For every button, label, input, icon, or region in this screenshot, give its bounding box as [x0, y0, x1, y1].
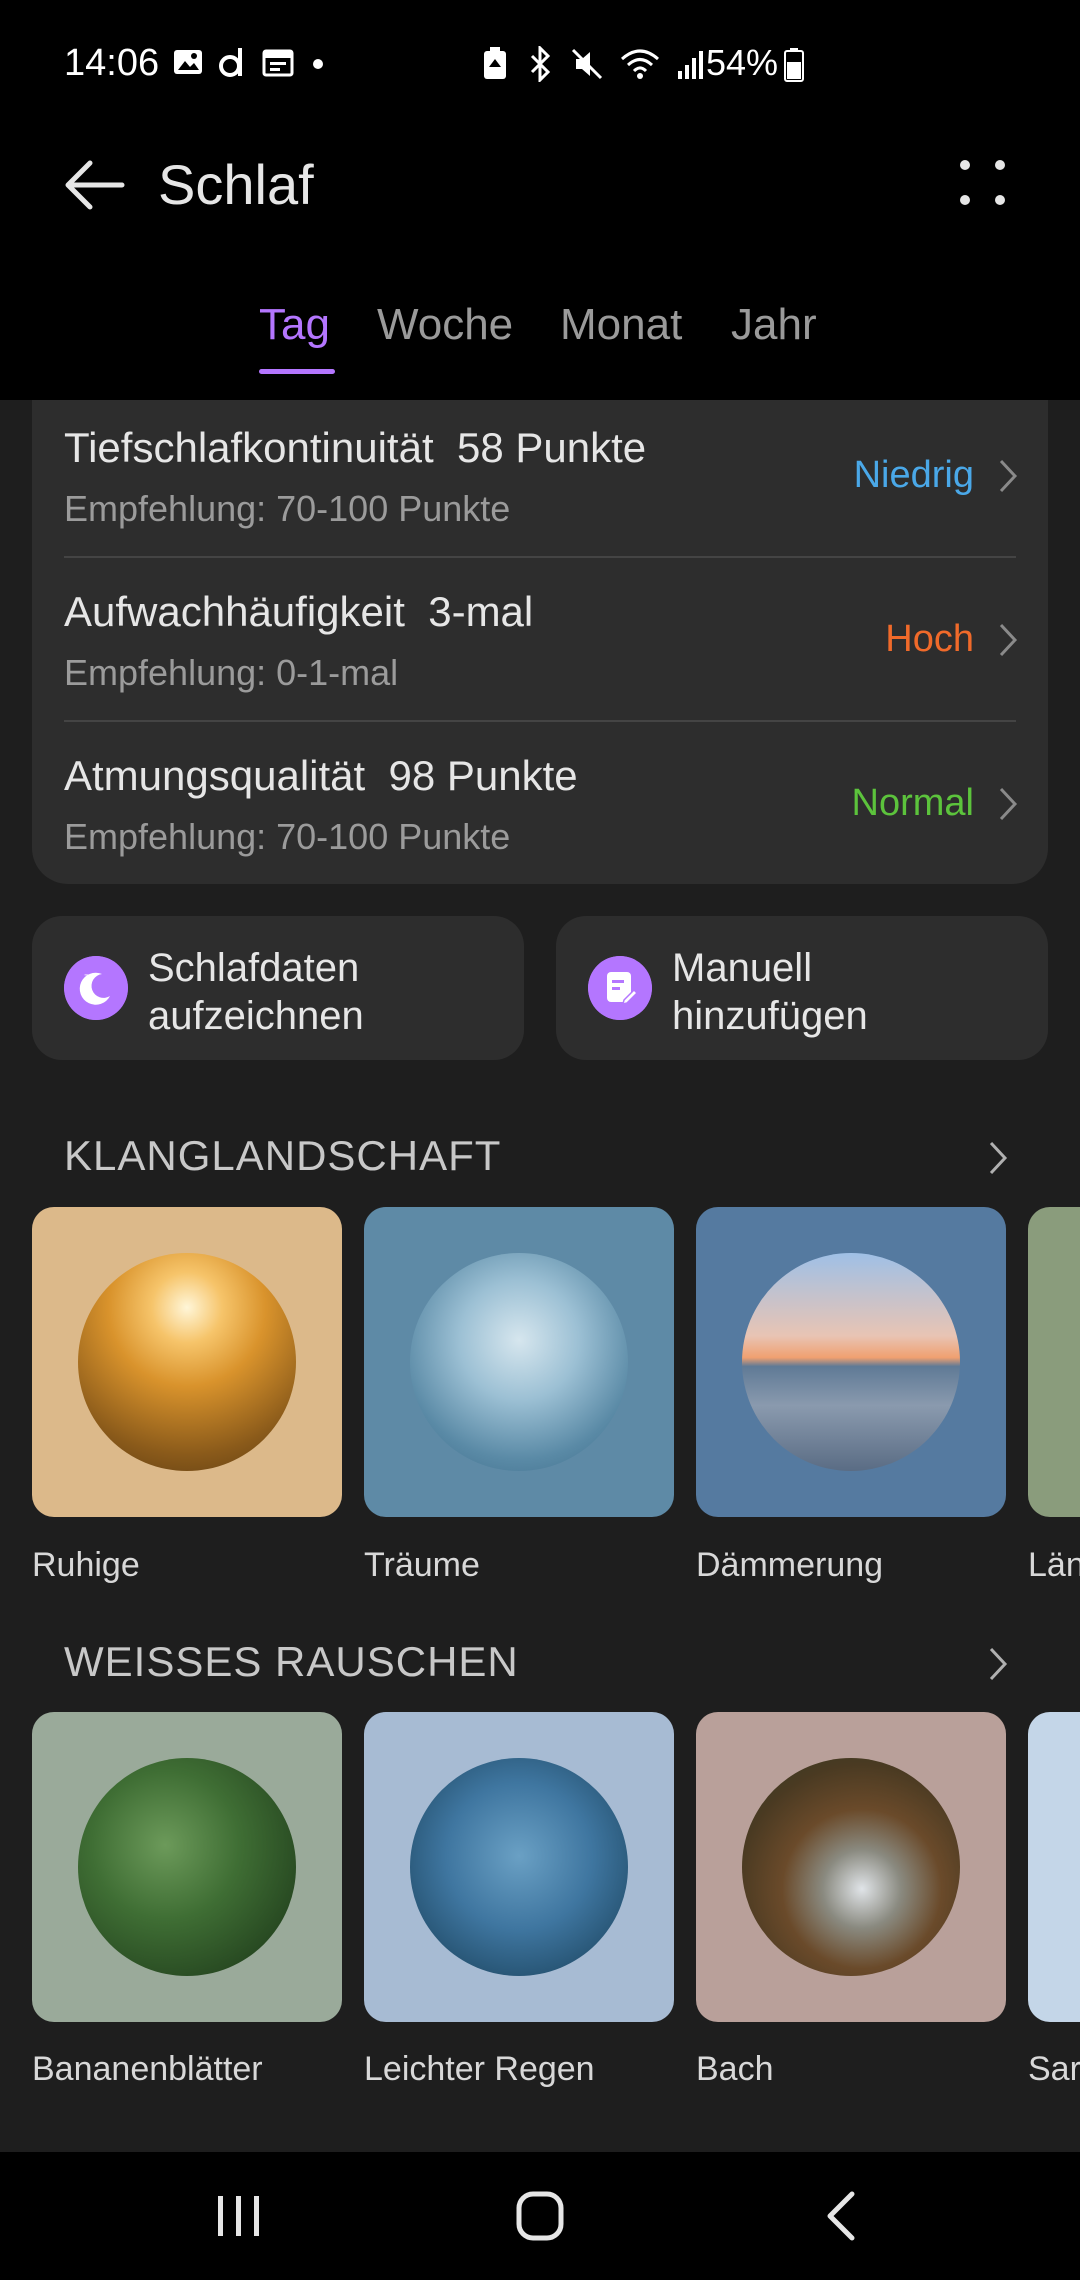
metric-title: Tiefschlafkontinuität 58 Punkte: [64, 424, 647, 471]
tile-label: Ruhige: [32, 1546, 140, 1584]
soundscape-section-title: KLANGLANDSCHAFT: [64, 1132, 502, 1179]
creek-image: [742, 1758, 960, 1976]
metric-title: Atmungsqualität 98 Punkte: [64, 752, 578, 799]
metric-row[interactable]: Aufwachhäufigkeit 3-mal Empfehlung: 0-1-…: [32, 564, 1048, 728]
chevron-right-icon: [999, 787, 1018, 821]
tile-label: Leichter Regen: [364, 2050, 595, 2088]
status-bar: 14:06 54%: [0, 0, 1080, 130]
record-sleep-button[interactable]: z Schlafdaten aufzeichnen: [32, 916, 524, 1060]
tile-label: Län: [1028, 1546, 1080, 1584]
svg-text:z: z: [84, 972, 89, 983]
white-noise-tile-partial[interactable]: [1028, 1712, 1080, 2022]
sleep-moon-icon: z: [64, 956, 128, 1020]
metric-recommendation: Empfehlung: 0-1-mal: [64, 652, 399, 693]
tile-label: Sar: [1028, 2050, 1080, 2088]
note-edit-icon: [588, 956, 652, 1020]
signal-icon: [678, 51, 703, 79]
home-icon[interactable]: [505, 2186, 575, 2246]
soundscape-tile-ruhige[interactable]: [32, 1207, 342, 1517]
metric-status: Niedrig: [853, 454, 974, 496]
system-nav-bar: [0, 2152, 1080, 2280]
battery-percent: 54%: [706, 42, 779, 83]
tile-label: Bananenblätter: [32, 2050, 263, 2088]
tile-label: Dämmerung: [696, 1546, 884, 1584]
chevron-right-icon[interactable]: [986, 1644, 1010, 1684]
metric-row[interactable]: Atmungsqualität 98 Punkte Empfehlung: 70…: [32, 728, 1048, 892]
rain-ripples-image: [410, 1758, 628, 1976]
system-icons: [480, 46, 706, 82]
mute-icon: [571, 48, 603, 80]
chevron-right-icon[interactable]: [986, 1138, 1010, 1178]
leaf-droplets-image: [78, 1758, 296, 1976]
chevron-right-icon: [999, 459, 1018, 493]
tile-label: Bach: [696, 2050, 774, 2088]
white-noise-tile-leichter-regen[interactable]: [364, 1712, 674, 2022]
app-d-icon: [219, 48, 242, 77]
recent-apps-icon[interactable]: [204, 2186, 274, 2246]
wifi-icon: [621, 49, 659, 79]
metric-title: Aufwachhäufigkeit 3-mal: [64, 588, 534, 635]
record-sleep-label: Schlafdaten aufzeichnen: [148, 946, 364, 1038]
tab-jahr[interactable]: Jahr: [731, 300, 817, 350]
notification-icons: [172, 46, 328, 78]
soundscape-tile-traeume[interactable]: [364, 1207, 674, 1517]
divider: [64, 720, 1016, 722]
dusk-road-image: [742, 1253, 960, 1471]
metric-status: Normal: [851, 782, 974, 824]
status-time: 14:06: [64, 42, 160, 84]
wheat-field-image: [78, 1253, 296, 1471]
back-nav-icon[interactable]: [808, 2186, 878, 2246]
chevron-right-icon: [999, 623, 1018, 657]
soundscape-tile-partial[interactable]: [1028, 1207, 1080, 1517]
period-tabs: Tag Woche Monat Jahr: [0, 300, 1080, 380]
metric-status: Hoch: [885, 618, 974, 660]
metric-recommendation: Empfehlung: 70-100 Punkte: [64, 488, 511, 529]
white-noise-section-title: WEISSES RAUSCHEN: [64, 1638, 519, 1685]
metric-recommendation: Empfehlung: 70-100 Punkte: [64, 816, 511, 857]
swan-lake-image: [410, 1253, 628, 1471]
tab-tag[interactable]: Tag: [259, 300, 330, 350]
tab-woche[interactable]: Woche: [377, 300, 513, 350]
white-noise-tile-bananenblaetter[interactable]: [32, 1712, 342, 2022]
page-title: Schlaf: [158, 153, 314, 216]
more-options-icon[interactable]: [950, 150, 1020, 220]
metric-row[interactable]: Tiefschlafkontinuität 58 Punkte Empfehlu…: [32, 400, 1048, 564]
add-manually-label: Manuell hinzufügen: [672, 946, 868, 1038]
tile-label: Träume: [364, 1546, 480, 1584]
back-arrow-icon[interactable]: [60, 155, 130, 215]
soundscape-tile-daemmerung[interactable]: [696, 1207, 1006, 1517]
white-noise-tile-bach[interactable]: [696, 1712, 1006, 2022]
sleep-metrics-card: Tiefschlafkontinuität 58 Punkte Empfehlu…: [32, 400, 1048, 884]
active-tab-indicator: [259, 369, 335, 374]
bluetooth-icon: [530, 46, 551, 82]
divider: [64, 556, 1016, 558]
battery-icon: [784, 48, 804, 82]
calendar-icon: [262, 49, 294, 77]
add-manually-button[interactable]: Manuell hinzufügen: [556, 916, 1048, 1060]
gallery-icon: [174, 50, 202, 74]
battery-saver-icon: [484, 47, 506, 79]
dot-icon: [313, 59, 323, 69]
tab-monat[interactable]: Monat: [560, 300, 682, 350]
